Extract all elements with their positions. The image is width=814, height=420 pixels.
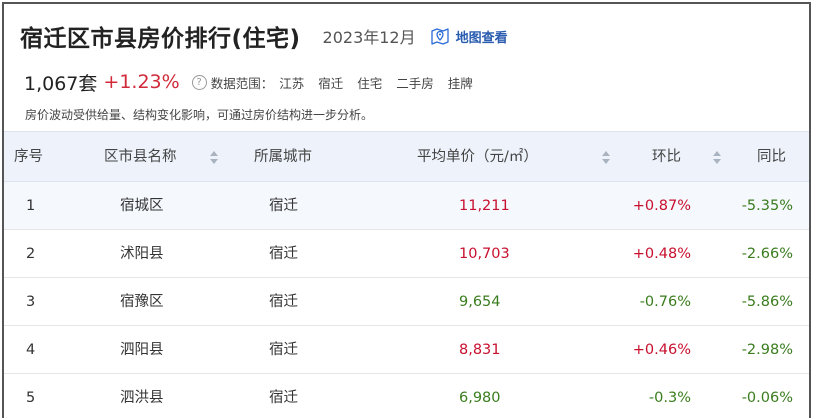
row-district: 沭阳县: [120, 246, 164, 262]
row-yoy: -2.98%: [741, 342, 793, 358]
row-mom: +0.87%: [632, 198, 691, 214]
col-header-price: 平均单价（元/㎡）: [417, 149, 538, 165]
row-district: 泗阳县: [120, 342, 164, 358]
row-yoy: -2.66%: [741, 246, 793, 262]
row-city: 宿迁: [269, 294, 298, 310]
page-title: 宿迁区市县房价排行(住宅): [20, 26, 301, 52]
row-yoy: -5.86%: [741, 294, 793, 310]
summary-bar: 1,067套 +1.23% ? 数据范围： 江苏 宿迁 住宅 二手房 挂牌: [24, 68, 473, 96]
page-header: 宿迁区市县房价排行(住宅) 2023年12月 地图查看: [20, 18, 508, 54]
sort-mom-icon[interactable]: [713, 151, 721, 164]
row-price: 6,980: [459, 390, 501, 406]
col-header-index: 序号: [14, 149, 43, 165]
map-view-link[interactable]: 地图查看: [430, 26, 508, 46]
price-note: 房价波动受供给量、结构变化影响，可通过房价结构进一步分析。: [25, 108, 374, 122]
col-header-mom: 环比: [652, 149, 681, 165]
range-tag-type: 住宅: [357, 75, 383, 91]
row-city: 宿迁: [269, 342, 298, 358]
row-yoy: -5.35%: [741, 198, 793, 214]
table-row[interactable]: 4 泗阳县 宿迁 8,831 +0.46% -2.98%: [4, 326, 809, 374]
row-index: 2: [26, 246, 36, 262]
map-view-label: 地图查看: [455, 30, 508, 46]
row-yoy: -0.06%: [741, 390, 793, 406]
table-row[interactable]: 3 宿豫区 宿迁 9,654 -0.76% -5.86%: [4, 278, 809, 326]
row-city: 宿迁: [269, 198, 298, 214]
ranking-table: 序号 区市县名称 所属城市 平均单价（元/㎡） 环比 同比 1 宿城区 宿迁 1…: [4, 131, 809, 418]
ranking-panel: 宿迁区市县房价排行(住宅) 2023年12月 地图查看 1,067套 +1.23…: [2, 2, 811, 418]
range-tag-city: 宿迁: [318, 75, 344, 91]
row-city: 宿迁: [269, 246, 298, 262]
row-price: 10,703: [459, 246, 510, 262]
price-change: +1.23%: [103, 71, 180, 93]
range-tag-market: 二手房: [396, 75, 434, 91]
sort-name-icon[interactable]: [210, 151, 218, 164]
table-row[interactable]: 5 泗洪县 宿迁 6,980 -0.3% -0.06%: [4, 374, 809, 418]
row-index: 3: [26, 294, 36, 310]
table-row[interactable]: 1 宿城区 宿迁 11,211 +0.87% -5.35%: [4, 182, 809, 230]
row-price: 11,211: [459, 198, 510, 214]
row-district: 宿城区: [120, 198, 164, 214]
col-header-name: 区市县名称: [104, 149, 177, 165]
sort-price-icon[interactable]: [602, 151, 610, 164]
data-range-label: 数据范围：: [210, 75, 274, 91]
map-pin-icon: [430, 28, 449, 45]
row-mom: -0.3%: [648, 390, 691, 406]
table-header: 序号 区市县名称 所属城市 平均单价（元/㎡） 环比 同比: [4, 131, 809, 182]
report-date: 2023年12月: [322, 28, 416, 47]
col-header-yoy: 同比: [757, 149, 786, 165]
row-price: 8,831: [459, 342, 501, 358]
listing-count: 1,067套: [24, 72, 98, 95]
row-price: 9,654: [459, 294, 501, 310]
row-city: 宿迁: [269, 390, 298, 406]
row-district: 宿豫区: [120, 294, 164, 310]
col-header-city: 所属城市: [254, 149, 312, 165]
row-district: 泗洪县: [120, 390, 164, 406]
row-index: 4: [26, 342, 36, 358]
row-index: 1: [26, 198, 36, 214]
row-mom: -0.76%: [639, 294, 691, 310]
question-circle-icon[interactable]: ?: [191, 74, 207, 90]
row-index: 5: [26, 390, 36, 406]
row-mom: +0.46%: [632, 342, 691, 358]
table-row[interactable]: 2 沭阳县 宿迁 10,703 +0.48% -2.66%: [4, 230, 809, 278]
range-tag-province: 江苏: [279, 75, 305, 91]
range-tag-source: 挂牌: [447, 75, 473, 91]
row-mom: +0.48%: [632, 246, 691, 262]
